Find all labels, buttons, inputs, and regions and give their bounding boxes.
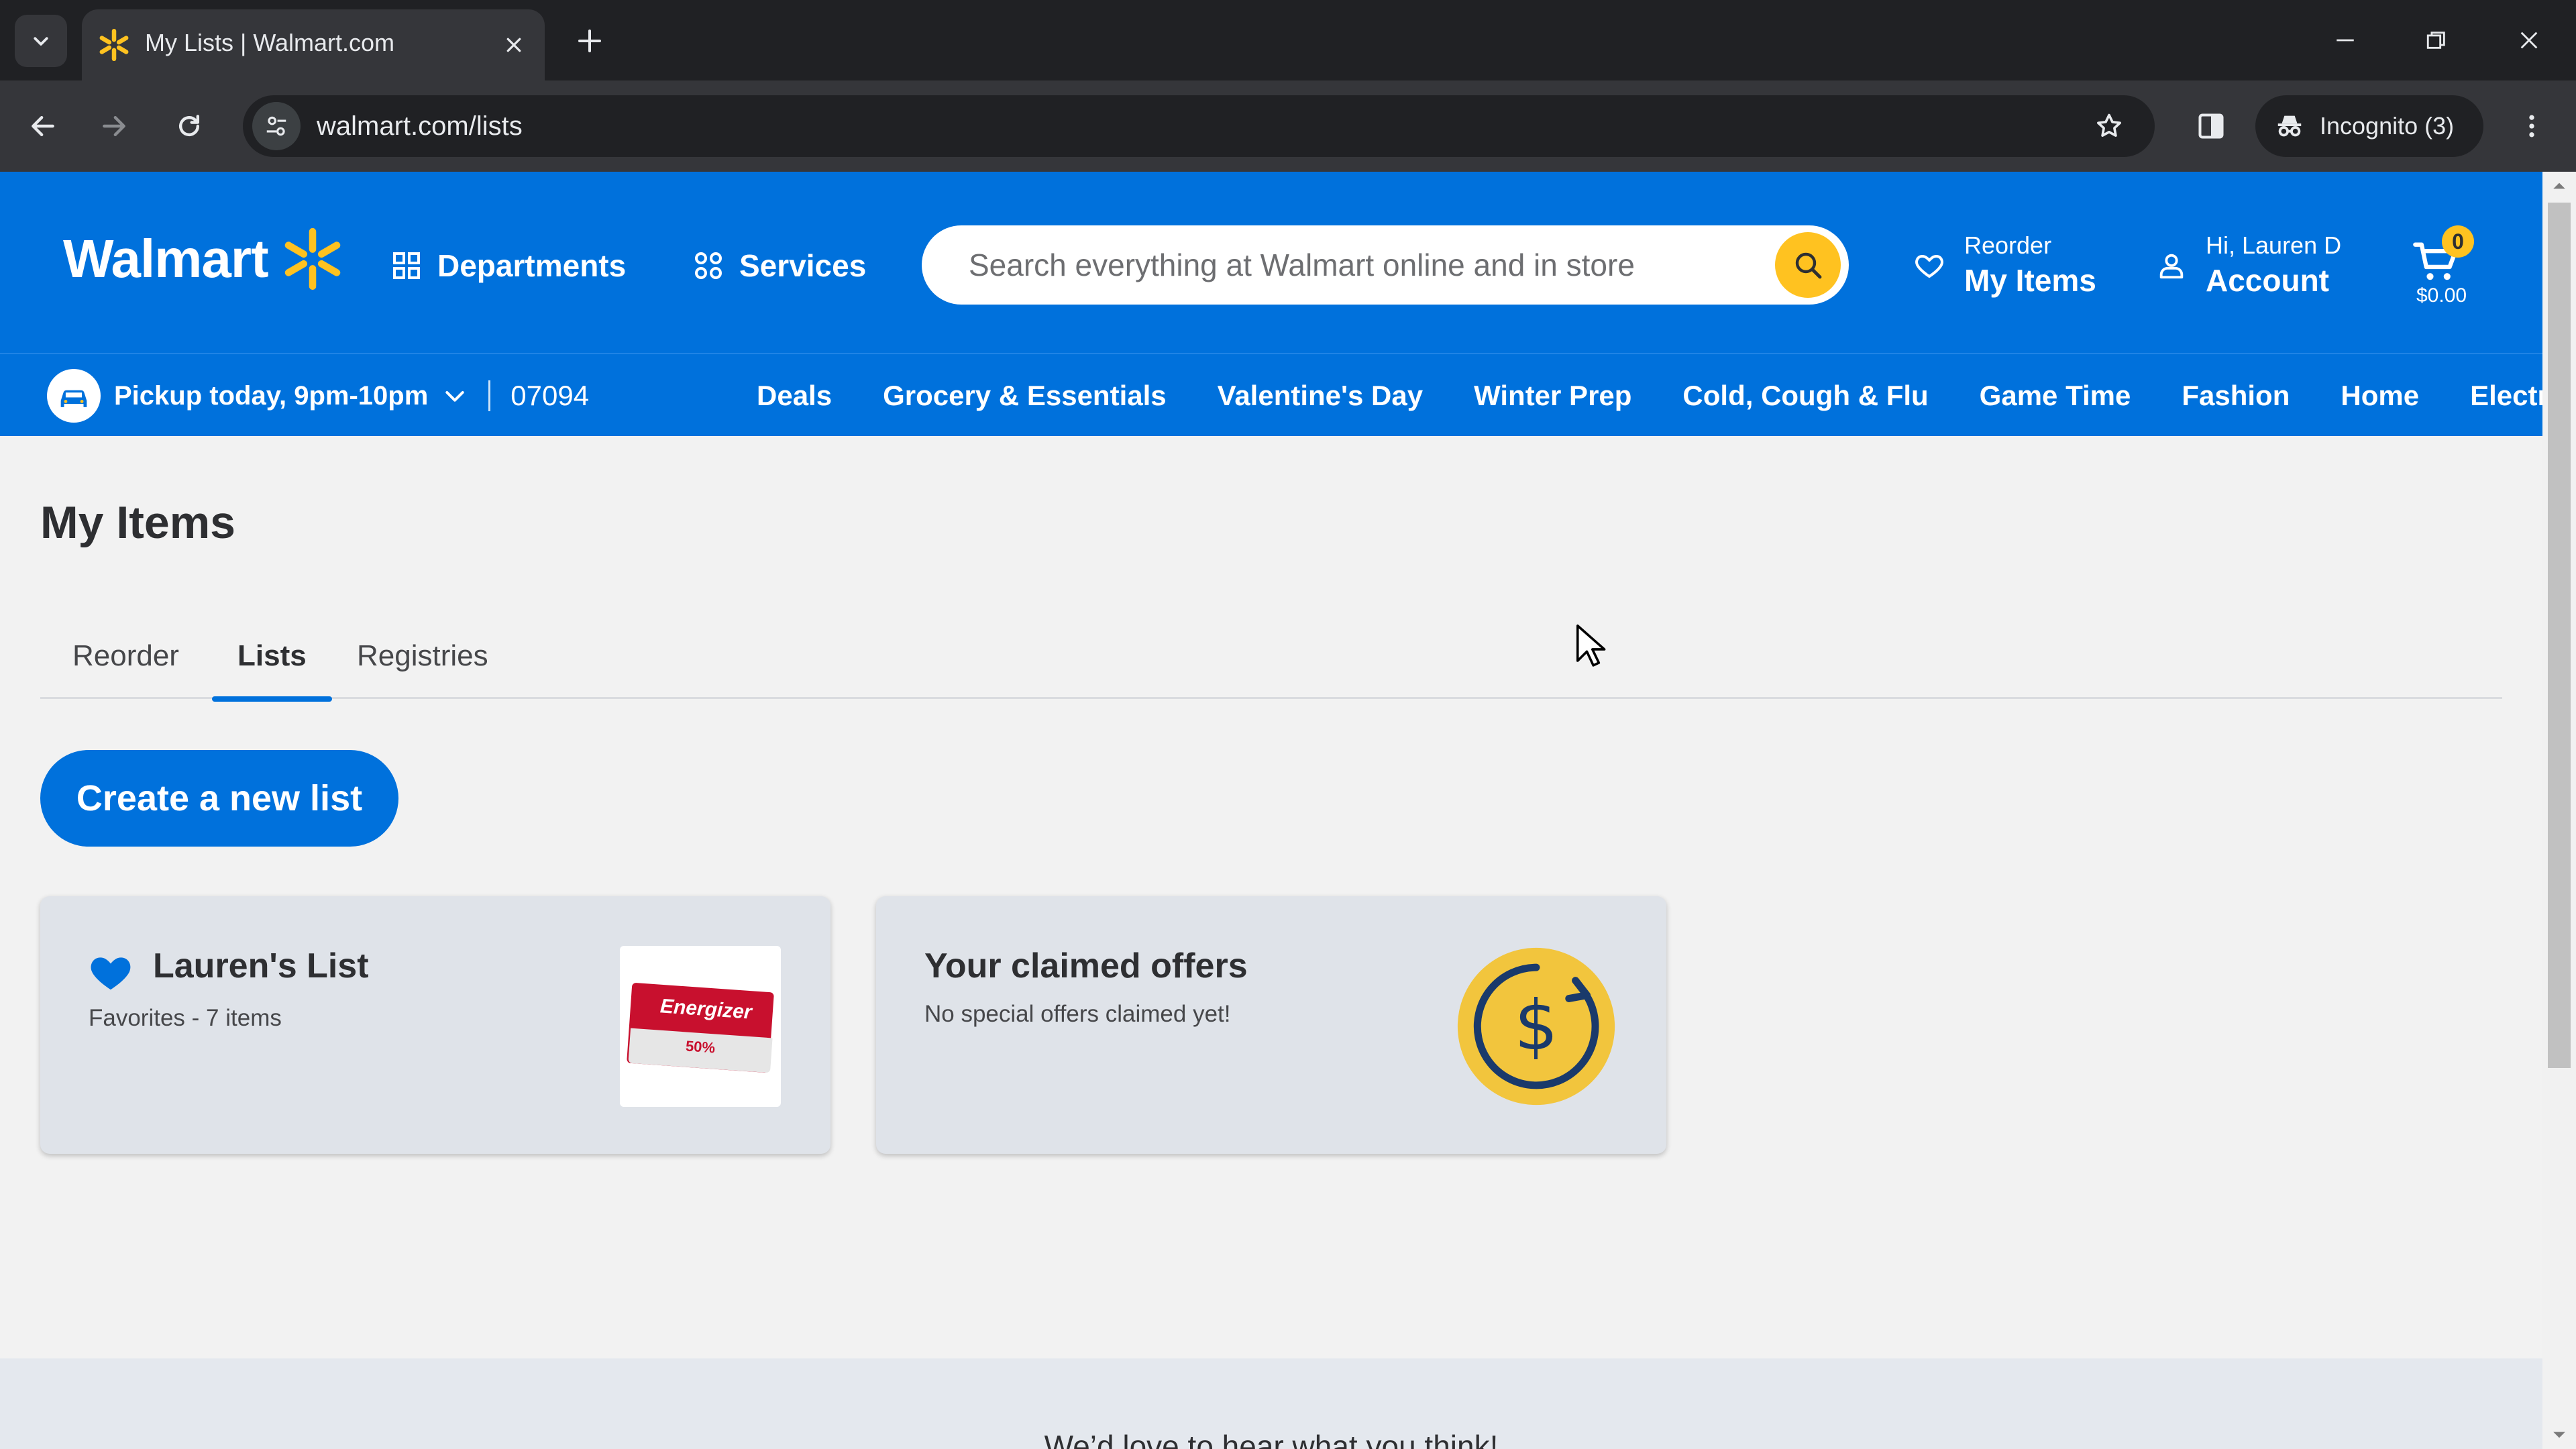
search-button[interactable]: [1775, 232, 1841, 298]
restore-icon[interactable]: [2416, 20, 2457, 60]
tab-lists[interactable]: Lists: [212, 617, 332, 702]
walmart-spark-icon: [284, 227, 340, 290]
cart-count-badge: 0: [2442, 225, 2474, 258]
user-icon: [2159, 254, 2184, 279]
site-settings-icon[interactable]: [252, 102, 301, 150]
chevron-down-icon: [34, 37, 48, 46]
url-text: walmart.com/lists: [317, 111, 523, 141]
category-nav: Deals Grocery & Essentials Valentine's D…: [731, 354, 2576, 437]
nav-home[interactable]: Home: [2315, 380, 2445, 412]
services-button[interactable]: Services: [692, 239, 866, 292]
scrollbar-thumb[interactable]: [2548, 203, 2571, 1068]
claimed-offers-card[interactable]: Your claimed offers No special offers cl…: [876, 896, 1666, 1154]
tab-reorder[interactable]: Reorder: [72, 617, 179, 699]
list-card-subtitle: Favorites - 7 items: [89, 1005, 282, 1031]
main-content: My Items Reorder Lists Registries Create…: [0, 436, 2542, 1358]
forward-arrow-icon[interactable]: [90, 102, 138, 150]
nav-deals[interactable]: Deals: [731, 380, 857, 412]
claimed-offers-subtitle: No special offers claimed yet!: [924, 1001, 1231, 1027]
logo-text: Walmart: [63, 229, 269, 288]
address-bar[interactable]: walmart.com/lists: [243, 95, 2155, 157]
mouse-cursor-icon: [1576, 624, 1606, 667]
walmart-header: Walmart Departments Services Search ever…: [0, 172, 2542, 353]
minimize-icon[interactable]: [2325, 20, 2365, 60]
nav-winter-prep[interactable]: Winter Prep: [1448, 380, 1657, 412]
browser-tab-active[interactable]: My Lists | Walmart.com: [82, 9, 545, 80]
search-input[interactable]: [969, 225, 1727, 305]
page-scrollbar[interactable]: [2542, 172, 2576, 1449]
tab-search-button[interactable]: [15, 15, 67, 67]
heart-filled-icon: [91, 957, 131, 990]
thumbnail-badge-text: 50%: [685, 1037, 716, 1057]
departments-label: Departments: [437, 248, 627, 283]
services-label: Services: [739, 248, 867, 283]
web-page: Walmart Departments Services Search ever…: [0, 172, 2576, 1449]
incognito-label: Incognito (3): [2320, 112, 2455, 140]
close-window-icon[interactable]: [2509, 20, 2549, 60]
nav-grocery-essentials[interactable]: Grocery & Essentials: [857, 380, 1192, 412]
tab-title: My Lists | Walmart.com: [145, 29, 395, 56]
svg-text:$: $: [1514, 986, 1558, 1066]
new-tab-icon[interactable]: [569, 20, 610, 62]
account-greeting: Hi, Lauren D: [2206, 231, 2342, 259]
pickup-selector[interactable]: Pickup today, 9pm-10pm 07094: [47, 369, 589, 423]
browser-tab-strip: My Lists | Walmart.com: [0, 0, 2576, 80]
incognito-icon: [2277, 115, 2302, 137]
nav-valentines-day[interactable]: Valentine's Day: [1192, 380, 1448, 412]
screen: My Lists | Walmart.com walmart.com/lists…: [0, 0, 2576, 1449]
zip-code: 07094: [511, 380, 590, 411]
subnav-bar: Pickup today, 9pm-10pm 07094 Deals Groce…: [0, 353, 2576, 436]
my-items-label: My Items: [1964, 263, 2096, 298]
list-card-laurens-list[interactable]: Lauren's List Favorites - 7 items Energi…: [40, 896, 830, 1154]
my-items-tabs: Reorder Lists Registries: [40, 617, 2502, 702]
create-new-list-button[interactable]: Create a new list: [40, 750, 398, 847]
feedback-section: We’d love to hear what you think!: [0, 1358, 2542, 1449]
bookmark-star-icon[interactable]: [2089, 106, 2129, 146]
tab-registries[interactable]: Registries: [357, 617, 488, 699]
walmart-spark-icon: [99, 28, 129, 62]
services-grid-icon: [695, 252, 722, 279]
reorder-label: Reorder: [1964, 231, 2052, 259]
nav-fashion[interactable]: Fashion: [2156, 380, 2315, 412]
reorder-my-items-link[interactable]: Reorder My Items: [1913, 231, 2096, 301]
claimed-offers-title: Your claimed offers: [924, 947, 1248, 985]
nav-cold-cough-flu[interactable]: Cold, Cough & Flu: [1657, 380, 1953, 412]
search-icon: [1795, 252, 1822, 279]
incognito-indicator[interactable]: Incognito (3): [2255, 95, 2483, 157]
pickup-divider: [488, 380, 491, 411]
pickup-label: Pickup today, 9pm-10pm: [114, 380, 429, 411]
feedback-text: We’d love to hear what you think!: [1044, 1429, 1499, 1449]
heart-outline-icon: [1915, 255, 1943, 278]
scroll-up-arrow-icon[interactable]: [2542, 172, 2576, 200]
walmart-logo[interactable]: Walmart: [63, 227, 345, 291]
departments-button[interactable]: Departments: [390, 239, 626, 292]
pickup-car-icon: [47, 369, 101, 423]
grid-icon: [393, 252, 420, 279]
chevron-down-icon: [445, 391, 464, 402]
browser-menu-icon[interactable]: [2508, 102, 2556, 150]
browser-toolbar: walmart.com/lists Incognito (3): [0, 80, 2576, 172]
account-link[interactable]: Hi, Lauren D Account: [2156, 231, 2341, 301]
account-label: Account: [2206, 263, 2329, 298]
back-arrow-icon[interactable]: [19, 102, 67, 150]
cart-total: $0.00: [2416, 284, 2467, 307]
list-card-title: Lauren's List: [153, 947, 369, 985]
close-tab-icon[interactable]: [498, 29, 530, 61]
page-title: My Items: [40, 497, 235, 548]
nav-game-time[interactable]: Game Time: [1954, 380, 2157, 412]
search-bar: [922, 225, 1849, 305]
list-product-thumbnail: Energizer 50%: [620, 946, 781, 1107]
side-panel-icon[interactable]: [2187, 102, 2235, 150]
cart-button[interactable]: 0 $0.00: [2406, 225, 2479, 313]
scroll-down-arrow-icon[interactable]: [2542, 1421, 2576, 1449]
reload-icon[interactable]: [165, 102, 213, 150]
dollar-coin-icon: $: [1457, 947, 1615, 1106]
